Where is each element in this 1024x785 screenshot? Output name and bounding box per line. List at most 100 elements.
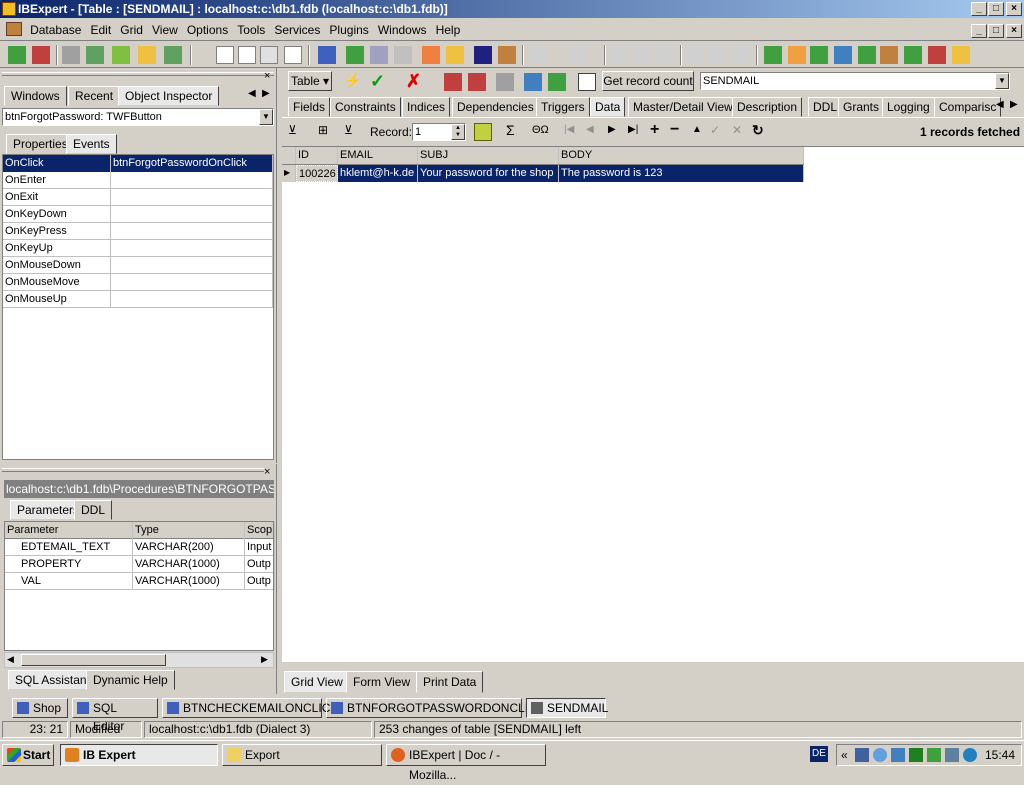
menu-tools[interactable]: Tools <box>234 19 268 41</box>
tab-ddl[interactable]: DDL <box>808 97 843 117</box>
tab-dependencies[interactable]: Dependencies <box>452 97 539 117</box>
new-role-icon[interactable] <box>928 46 946 64</box>
chevron-down-icon[interactable]: ▼ <box>995 73 1009 89</box>
cell-subj[interactable]: Your password for the shop <box>418 165 559 182</box>
event-value[interactable] <box>111 291 273 308</box>
object-combo[interactable]: btnForgotPassword: TWFButton ▼ <box>2 108 274 126</box>
book-icon[interactable] <box>474 46 492 64</box>
column-header-subj[interactable]: SUBJ <box>418 147 559 164</box>
tray-icon[interactable] <box>873 748 887 762</box>
omega-icon[interactable]: ΘΩ <box>532 124 550 142</box>
mdi-close-button[interactable]: × <box>1006 24 1022 38</box>
window-tab-sendmail[interactable]: SENDMAIL <box>526 698 608 718</box>
horizontal-scrollbar[interactable]: ◀ ▶ <box>4 652 274 668</box>
tab-scroll-left-icon[interactable]: ◀ <box>248 88 256 99</box>
sum-icon[interactable]: Σ <box>506 122 524 140</box>
replace-icon[interactable] <box>732 46 750 64</box>
menu-services[interactable]: Services <box>271 19 323 41</box>
event-row[interactable]: OnKeyPress <box>3 223 273 240</box>
tray-icon[interactable] <box>855 748 869 762</box>
reconnect-icon[interactable] <box>112 46 130 64</box>
tab-master-detail-view[interactable]: Master/Detail View <box>628 97 738 117</box>
tab-scroll-left-icon[interactable]: ◀ <box>996 99 1004 110</box>
menu-database[interactable]: Database <box>27 19 84 41</box>
tab-constraints[interactable]: Constraints <box>330 97 401 117</box>
rollback-icon[interactable]: ✗ <box>406 71 424 91</box>
refresh-icon[interactable]: ↻ <box>752 122 770 140</box>
cancel-icon[interactable]: ✕ <box>732 123 750 141</box>
close-button[interactable]: × <box>1006 2 1022 16</box>
print-icon[interactable] <box>260 46 278 64</box>
export-icon[interactable] <box>444 73 462 91</box>
tab-recent[interactable]: Recent <box>68 86 121 106</box>
post-icon[interactable]: ✓ <box>710 123 728 141</box>
next-record-icon[interactable]: ▶ <box>608 124 626 142</box>
copy-records-icon[interactable]: ⊞ <box>318 123 336 141</box>
tab-fields[interactable]: Fields <box>288 97 331 117</box>
disconnect-icon[interactable] <box>86 46 104 64</box>
language-indicator[interactable]: DE <box>810 746 828 762</box>
lightning-icon[interactable]: ⚡ <box>344 72 362 90</box>
tray-icon[interactable] <box>963 748 977 762</box>
register-db-icon[interactable] <box>8 46 26 64</box>
db-properties-icon[interactable] <box>138 46 156 64</box>
tab-form-view[interactable]: Form View <box>346 671 418 693</box>
copy-icon[interactable] <box>632 46 650 64</box>
table-name-combo[interactable]: SENDMAIL ▼ <box>700 72 1010 90</box>
filter-add-icon[interactable]: ⊻ <box>344 123 362 141</box>
tab-sql-assistant[interactable]: SQL Assistant <box>8 670 97 690</box>
script-icon[interactable] <box>284 46 302 64</box>
param-row[interactable]: VAL VARCHAR(1000) Outp <box>5 573 275 590</box>
event-value[interactable] <box>111 257 273 274</box>
tray-icon[interactable] <box>927 748 941 762</box>
tab-scroll-right-icon[interactable]: ▶ <box>1010 99 1018 110</box>
tab-logging[interactable]: Logging <box>882 97 935 117</box>
scroll-left-icon[interactable]: ◀ <box>7 654 14 665</box>
event-value[interactable] <box>111 189 273 206</box>
insert-record-icon[interactable]: + <box>650 121 668 139</box>
param-row[interactable]: EDTEMAIL_TEXT VARCHAR(200) Input <box>5 539 275 556</box>
printer-icon[interactable] <box>394 46 412 64</box>
new-doc-icon[interactable] <box>216 46 234 64</box>
key-icon[interactable] <box>446 46 464 64</box>
open-icon[interactable] <box>530 46 548 64</box>
column-header-body[interactable]: BODY <box>559 147 804 164</box>
tab-scroll-right-icon[interactable]: ▶ <box>262 88 270 99</box>
event-row[interactable]: OnKeyDown <box>3 206 273 223</box>
new-procedure-icon[interactable] <box>810 46 828 64</box>
start-button[interactable]: Start <box>2 744 54 766</box>
menu-windows[interactable]: Windows <box>375 19 430 41</box>
menu-grid[interactable]: Grid <box>117 19 146 41</box>
event-row[interactable]: OnMouseUp <box>3 291 273 308</box>
tab-description[interactable]: Description <box>732 97 803 117</box>
delete-record-icon[interactable]: − <box>670 121 688 139</box>
window-tab-shop[interactable]: Shop <box>12 698 68 718</box>
edit-icon[interactable] <box>578 73 596 91</box>
window-tab-btncheckemailonclick[interactable]: BTNCHECKEMAILONCLICK <box>162 698 338 718</box>
grants-icon[interactable] <box>370 46 388 64</box>
close-panel-icon[interactable]: × <box>264 70 270 82</box>
tab-ddl[interactable]: DDL <box>74 500 113 520</box>
new-view-icon[interactable] <box>788 46 806 64</box>
table-dropdown-button[interactable]: Table ▾ <box>288 71 332 91</box>
unregister-db-icon[interactable] <box>32 46 50 64</box>
minimize-button[interactable]: _ <box>971 2 987 16</box>
paste-icon[interactable] <box>656 46 674 64</box>
commit-icon[interactable]: ✓ <box>370 71 388 91</box>
tray-icon[interactable] <box>909 748 923 762</box>
taskbar-item-export[interactable]: Export <box>222 744 382 766</box>
edit-record-icon[interactable]: ▲ <box>692 124 710 142</box>
cell-body[interactable]: The password is 123 <box>559 165 804 182</box>
tab-comparisc[interactable]: Comparisc <box>934 97 1002 117</box>
window-tab-sql-editor[interactable]: SQL Editor <box>72 698 158 733</box>
table-row[interactable]: ▶ 100226 hklemt@h-k.de Your password for th… <box>282 165 804 182</box>
column-header-id[interactable]: ID <box>296 147 338 164</box>
exit-icon[interactable] <box>164 46 182 64</box>
scroll-right-icon[interactable]: ▶ <box>261 654 268 665</box>
last-record-icon[interactable]: ▶| <box>628 124 646 142</box>
spinner-icon[interactable]: ▲ ▼ <box>451 124 465 140</box>
window-tab-btnforgotpasswordonclick[interactable]: BTNFORGOTPASSWORDONCLICK <box>326 698 545 718</box>
filter-panel-icon[interactable]: ⊻ <box>288 123 306 141</box>
new-udf-icon[interactable] <box>904 46 922 64</box>
cell-id[interactable]: 100226 <box>296 165 338 182</box>
